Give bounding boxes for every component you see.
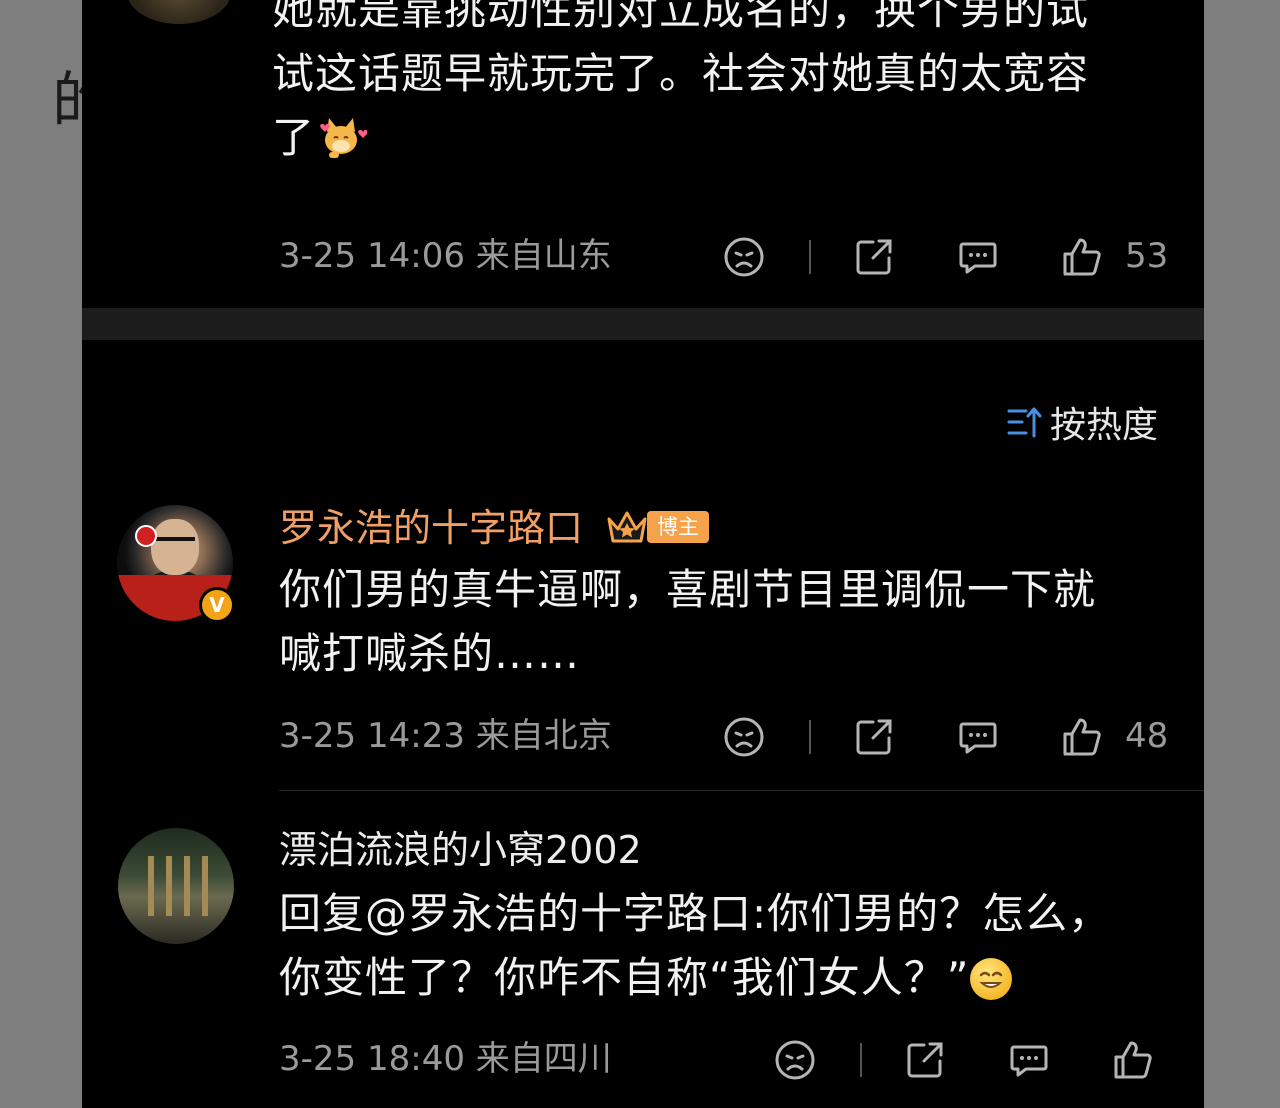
meta-divider: [809, 720, 811, 754]
meta-divider: [860, 1043, 862, 1077]
comment-line-text: 了: [272, 113, 316, 162]
comment-line: 试这话题早就玩完了。社会对她真的太宽容: [272, 49, 1090, 98]
comment-time: 3-25 14:06 来自山东: [279, 236, 612, 276]
comment-line: 了: [272, 106, 1182, 170]
avatar[interactable]: [118, 828, 234, 944]
comment-meta: 3-25 18:40 来自四川: [279, 1035, 1169, 1083]
verified-badge: V: [199, 587, 235, 623]
like-count: 48: [1125, 716, 1169, 756]
comment-time: 3-25 14:23 来自北京: [279, 716, 612, 756]
comment-icon[interactable]: [1008, 1039, 1050, 1081]
reply-divider: [279, 790, 1204, 791]
username[interactable]: 罗永浩的十字路口: [279, 503, 583, 553]
comment-meta: 3-25 14:06 来自山东 53: [279, 232, 1169, 280]
comment-line: 她就是靠挑动性别对立成名的，换个男的试: [272, 0, 1090, 34]
comment-text: 回复@罗永浩的十字路口:你们男的？怎么， 你变性了？你咋不自称“我们女人？”: [279, 882, 1189, 1010]
share-icon[interactable]: [853, 236, 895, 278]
crown-icon: [607, 511, 647, 543]
sort-icon: [1007, 407, 1042, 438]
comment-time: 3-25 18:40 来自四川: [279, 1039, 612, 1079]
blogger-badge: 博主: [605, 507, 709, 547]
dislike-face-icon[interactable]: [774, 1039, 816, 1081]
like-count: 53: [1125, 236, 1169, 276]
meta-divider: [809, 240, 811, 274]
sort-toggle[interactable]: 按热度: [1006, 396, 1158, 448]
comment-icon[interactable]: [957, 236, 999, 278]
comment-icon[interactable]: [957, 716, 999, 758]
avatar-detail: [148, 856, 154, 916]
comment-line: 你们男的真牛逼啊，喜剧节目里调侃一下就: [279, 565, 1097, 614]
comment-screen: 她就是靠挑动性别对立成名的，换个男的试 试这话题早就玩完了。社会对她真的太宽容 …: [82, 0, 1204, 1108]
username[interactable]: 漂泊流浪的小窝2002: [279, 825, 642, 875]
avatar-pin: [135, 525, 157, 547]
top-comment: 她就是靠挑动性别对立成名的，换个男的试 试这话题早就玩完了。社会对她真的太宽容 …: [82, 0, 1204, 308]
comment-line: 喊打喊杀的……: [279, 629, 581, 678]
comment-text: 你们男的真牛逼啊，喜剧节目里调侃一下就 喊打喊杀的……: [279, 558, 1189, 686]
sort-label: 按热度: [1049, 405, 1158, 446]
comment-line: 回复@罗永浩的十字路口:你们男的？怎么，: [279, 889, 1112, 938]
avatar-detail: [184, 856, 190, 916]
avatar-detail: [202, 856, 208, 916]
grin-emoji: [969, 958, 1012, 1000]
avatar-detail: [166, 856, 172, 916]
dislike-face-icon[interactable]: [723, 236, 765, 278]
blogger-tag: 博主: [647, 511, 709, 543]
comment-line-text: 你变性了？你咋不自称“我们女人？”: [279, 953, 970, 1002]
comment-text: 她就是靠挑动性别对立成名的，换个男的试 试这话题早就玩完了。社会对她真的太宽容 …: [272, 0, 1182, 170]
like-thumb-icon[interactable]: [1112, 1039, 1154, 1081]
comment-meta: 3-25 14:23 来自北京 48: [279, 712, 1169, 760]
comment-line: 你变性了？你咋不自称“我们女人？”: [279, 946, 1189, 1010]
section-separator: [82, 308, 1204, 340]
share-icon[interactable]: [904, 1039, 946, 1081]
avatar[interactable]: [127, 0, 231, 24]
dislike-face-icon[interactable]: [723, 716, 765, 758]
cat-hearts-emoji: [315, 114, 368, 160]
like-thumb-icon[interactable]: [1061, 716, 1103, 758]
like-thumb-icon[interactable]: [1061, 236, 1103, 278]
avatar-glasses: [155, 537, 195, 551]
share-icon[interactable]: [853, 716, 895, 758]
